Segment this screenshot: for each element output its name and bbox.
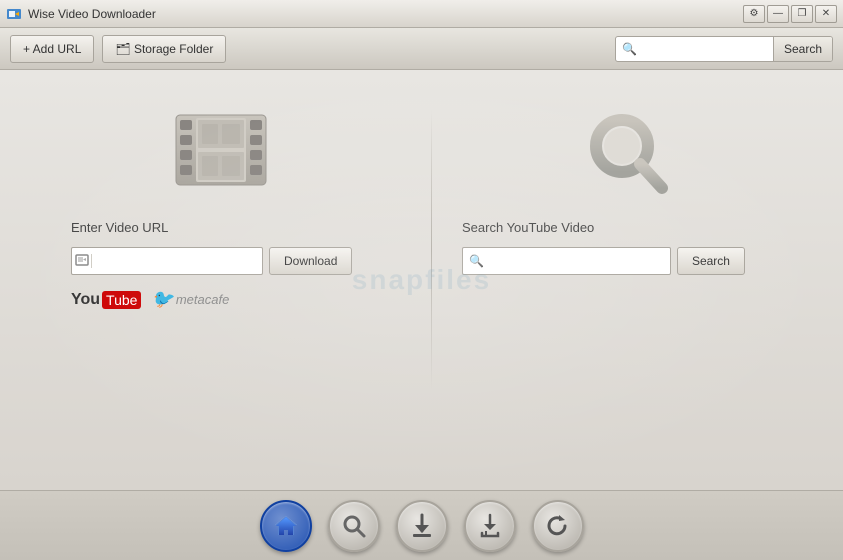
youtube-search-input[interactable]: [490, 254, 670, 268]
toolbar: + Add URL 🗂 Storage Folder 🔍 Search: [0, 28, 843, 70]
add-url-button[interactable]: + Add URL: [10, 35, 94, 63]
minimize-btn[interactable]: —: [767, 5, 789, 23]
bottom-nav-bar: [0, 490, 843, 560]
url-icon: [72, 254, 92, 268]
metacafe-bird-icon: 🐦: [151, 289, 173, 310]
metacafe-text: metacafe: [176, 292, 229, 307]
youtube-search-button[interactable]: Search: [677, 247, 745, 275]
header-search-box: 🔍 Search: [615, 36, 833, 62]
download-to-nav-button[interactable]: [464, 500, 516, 552]
search-small-icon: 🔍: [463, 254, 490, 268]
search-youtube-label: Search YouTube Video: [462, 220, 594, 235]
metacafe-logo: 🐦 metacafe: [151, 289, 229, 310]
close-btn[interactable]: ✕: [815, 5, 837, 23]
header-search-icon: 🔍: [616, 42, 643, 56]
url-input-wrapper: [71, 247, 263, 275]
supported-sites-logos: YouTube 🐦 metacafe: [71, 289, 229, 310]
search-input-wrapper: 🔍: [462, 247, 671, 275]
title-bar: Wise Video Downloader ⚙ — ❐ ✕: [0, 0, 843, 28]
download-button[interactable]: Download: [269, 247, 352, 275]
download-nav-button[interactable]: [396, 500, 448, 552]
restore-btn[interactable]: ❐: [791, 5, 813, 23]
search-panel: Search YouTube Video 🔍 Search: [432, 100, 832, 275]
search-icon-large: [582, 110, 682, 200]
enter-url-label: Enter Video URL: [71, 220, 168, 235]
main-content: snapfiles: [0, 70, 843, 490]
url-input[interactable]: [92, 254, 262, 268]
refresh-nav-button[interactable]: [532, 500, 584, 552]
youtube-logo: YouTube: [71, 291, 141, 309]
window-title: Wise Video Downloader: [28, 7, 743, 21]
settings-btn[interactable]: ⚙: [743, 5, 765, 23]
youtube-tube: Tube: [102, 291, 141, 309]
youtube-you: You: [71, 291, 100, 309]
home-nav-button[interactable]: [260, 500, 312, 552]
window-controls: ⚙ — ❐ ✕: [743, 5, 837, 23]
search-nav-button[interactable]: [328, 500, 380, 552]
header-search-input[interactable]: [643, 42, 773, 56]
header-search-button[interactable]: Search: [773, 36, 832, 62]
download-panel: Enter Video URL Download YouTube 🐦: [11, 100, 431, 310]
app-icon: [6, 6, 22, 22]
url-input-row: Download: [71, 247, 352, 275]
storage-folder-button[interactable]: 🗂 Storage Folder: [102, 35, 226, 63]
search-input-row: 🔍 Search: [462, 247, 745, 275]
film-icon: [166, 110, 276, 200]
